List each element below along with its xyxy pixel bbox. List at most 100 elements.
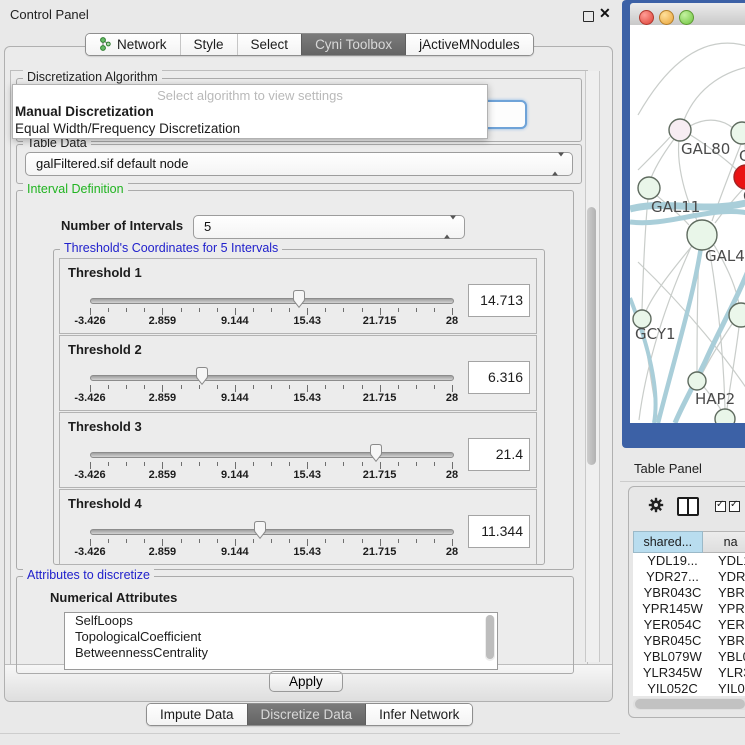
- major-tick: [235, 308, 236, 315]
- tick-label: -3.426: [74, 469, 105, 481]
- major-tick: [162, 308, 163, 315]
- slider-thumb[interactable]: [291, 289, 307, 309]
- number-of-intervals-label: Number of Intervals: [61, 218, 183, 233]
- minor-tick: [126, 308, 127, 312]
- slider-track[interactable]: [90, 298, 454, 304]
- tick-label: 2.859: [149, 469, 177, 481]
- network-canvas[interactable]: GAL80GACGAL11GAL4GCY1HHAP2: [630, 25, 745, 423]
- node-HAP2[interactable]: [688, 372, 706, 390]
- columns-icon[interactable]: [677, 497, 699, 516]
- close-icon[interactable]: ✕: [599, 5, 611, 22]
- tab-select[interactable]: Select: [237, 34, 302, 55]
- panel-scrollbar-thumb[interactable]: [587, 207, 596, 465]
- node-top-right[interactable]: [731, 122, 745, 144]
- tab-network[interactable]: Network: [86, 34, 180, 55]
- major-tick: [380, 462, 381, 469]
- minor-tick: [181, 539, 182, 543]
- stepper-icon: [552, 157, 564, 172]
- edge[interactable]: [651, 134, 678, 178]
- list-scrollbar[interactable]: [485, 615, 495, 661]
- table-row[interactable]: YBR043CYBR0: [633, 585, 745, 601]
- threshold-panel-1: Threshold 1-3.4262.8599.14415.4321.71528…: [59, 258, 537, 334]
- threshold-label: Threshold 3: [68, 419, 142, 434]
- column-header-2[interactable]: na: [703, 531, 745, 553]
- panel-scrollbar[interactable]: [585, 71, 600, 662]
- tab-infer-network[interactable]: Infer Network: [365, 704, 472, 725]
- table-row[interactable]: YBL079WYBL0: [633, 649, 745, 665]
- minor-tick: [126, 539, 127, 543]
- numerical-attributes-list[interactable]: SelfLoopsTopologicalCoefficientBetweenne…: [64, 612, 498, 670]
- table-row[interactable]: YBR045CYBR0: [633, 633, 745, 649]
- zoom-traffic-icon[interactable]: [679, 10, 694, 25]
- column-header-1[interactable]: shared...: [633, 531, 703, 553]
- minor-tick: [271, 539, 272, 543]
- tick-label: 9.144: [221, 315, 249, 327]
- minimize-traffic-icon[interactable]: [659, 10, 674, 25]
- minor-tick: [362, 385, 363, 389]
- slider-thumb[interactable]: [368, 443, 384, 463]
- close-traffic-icon[interactable]: [639, 10, 654, 25]
- slider-track[interactable]: [90, 375, 454, 381]
- tab-jactivemnodules[interactable]: jActiveMNodules: [405, 34, 533, 55]
- threshold-value-field[interactable]: 11.344: [468, 515, 530, 548]
- table-data-combo[interactable]: galFiltered.sif default node: [25, 152, 573, 176]
- node-bottom[interactable]: [715, 409, 735, 423]
- node-GAL11[interactable]: [638, 177, 660, 199]
- edge[interactable]: [638, 137, 670, 170]
- tab-style[interactable]: Style: [180, 34, 237, 55]
- table-hscrollbar[interactable]: [633, 698, 745, 710]
- table-row[interactable]: YPR145WYPR1: [633, 601, 745, 617]
- major-tick: [307, 308, 308, 315]
- table-row[interactable]: YDL19...YDL1: [633, 553, 745, 569]
- minor-tick: [416, 539, 417, 543]
- minor-tick: [325, 462, 326, 466]
- node-GAL4[interactable]: [687, 220, 717, 250]
- minor-tick: [271, 308, 272, 312]
- slider-track[interactable]: [90, 452, 454, 458]
- gear-icon[interactable]: [647, 496, 665, 514]
- algorithm-option-2[interactable]: Equal Width/Frequency Discretization: [15, 121, 240, 136]
- table-row[interactable]: YER054CYER0: [633, 617, 745, 633]
- table-row[interactable]: YDR27...YDR2: [633, 569, 745, 585]
- algorithm-option-1[interactable]: Manual Discretization: [15, 104, 154, 119]
- attribute-item[interactable]: TopologicalCoefficient: [65, 629, 497, 645]
- slider-track[interactable]: [90, 529, 454, 535]
- cell-name: YLR3: [712, 665, 745, 681]
- tab-cyni-toolbox[interactable]: Cyni Toolbox: [301, 34, 405, 55]
- node-label-GA: GA: [739, 147, 745, 165]
- node-GAL80[interactable]: [669, 119, 691, 141]
- tab-impute-data[interactable]: Impute Data: [147, 704, 247, 725]
- select-all-checkbox-icon[interactable]: ✓: [715, 501, 726, 512]
- minor-tick: [126, 385, 127, 389]
- cell-name: YDR2: [712, 569, 745, 585]
- network-window-titlebar[interactable]: [630, 3, 745, 26]
- select-none-checkbox-icon[interactable]: ✓: [729, 501, 740, 512]
- float-window-icon[interactable]: [583, 11, 594, 22]
- attribute-item[interactable]: SelfLoops: [65, 613, 497, 629]
- threshold-value-field[interactable]: 21.4: [468, 438, 530, 471]
- cell-name: YPR1: [712, 601, 745, 617]
- table-row[interactable]: YIL052CYIL0: [633, 681, 745, 696]
- table-hscrollbar-thumb[interactable]: [635, 699, 745, 709]
- table-row[interactable]: YLR345WYLR3: [633, 665, 745, 681]
- tick-label: -3.426: [74, 392, 105, 404]
- edge[interactable]: [684, 66, 745, 120]
- threshold-panel-3: Threshold 3-3.4262.8599.14415.4321.71528…: [59, 412, 537, 488]
- slider-thumb[interactable]: [252, 520, 268, 540]
- attribute-item[interactable]: BetweennessCentrality: [65, 645, 497, 661]
- divider: [620, 481, 745, 482]
- major-tick: [90, 308, 91, 315]
- edge[interactable]: [690, 120, 734, 129]
- threshold-value-field[interactable]: 14.713: [468, 284, 530, 317]
- tab-discretize-data[interactable]: Discretize Data: [247, 704, 366, 725]
- edge[interactable]: [642, 198, 648, 310]
- cell-name: YER0: [712, 617, 745, 633]
- cell-shared-name: YDR27...: [633, 569, 712, 585]
- apply-button[interactable]: Apply: [269, 671, 343, 692]
- threshold-label: Threshold 2: [68, 342, 142, 357]
- number-of-intervals-combo[interactable]: 5: [193, 215, 465, 239]
- threshold-value-field[interactable]: 6.316: [468, 361, 530, 394]
- table-header-row: shared...na: [633, 531, 745, 553]
- slider-thumb[interactable]: [194, 366, 210, 386]
- minor-tick: [343, 308, 344, 312]
